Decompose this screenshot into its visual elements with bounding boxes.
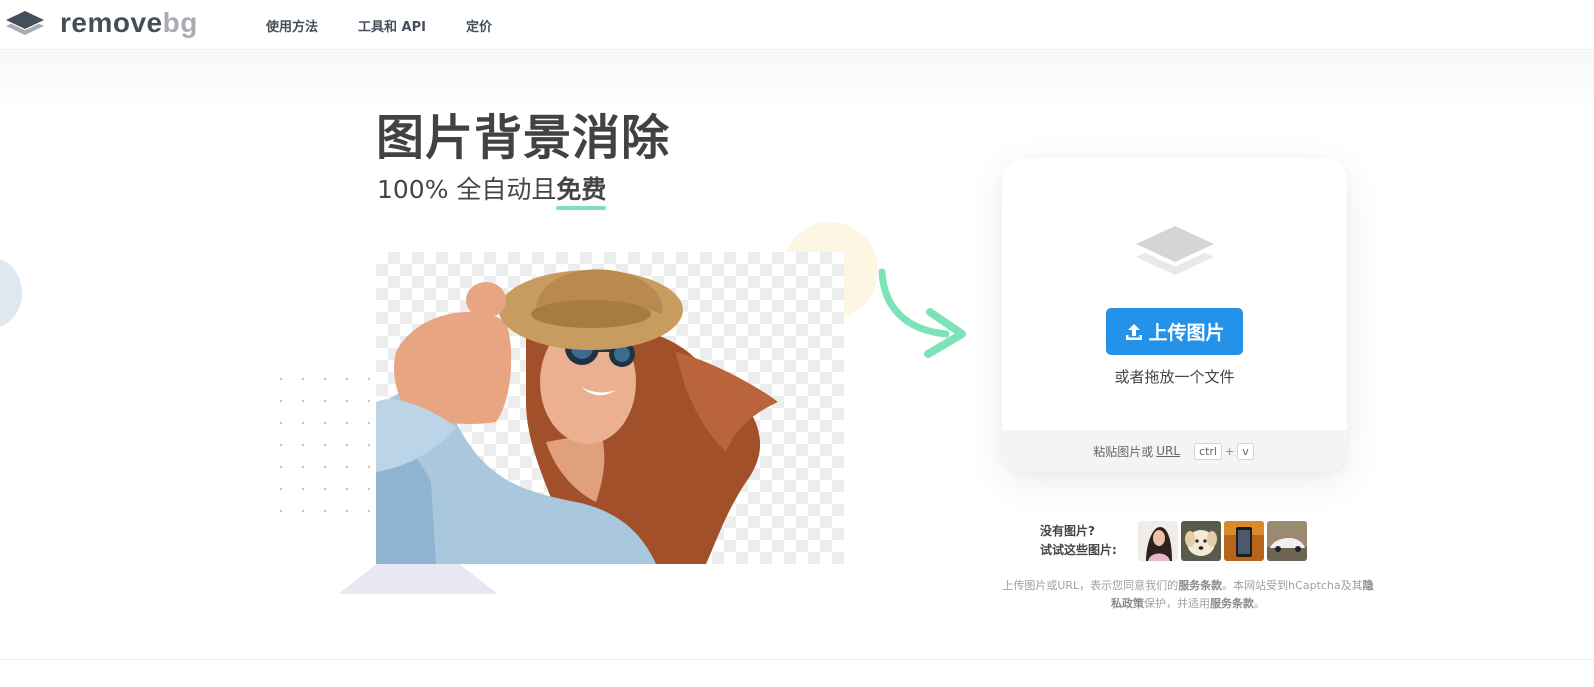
key-ctrl: ctrl [1194,442,1223,460]
subtitle-prefix: 100% 全自动且 [377,175,557,204]
upload-card[interactable]: 上传图片 或者拖放一个文件 粘贴图片或 URL ctrl + v [1002,158,1347,472]
sample-images-label: 没有图片? 试试这些图片: [1040,522,1117,560]
subtitle-free: 免费 [556,175,607,204]
nav-how-to-use[interactable]: 使用方法 [266,16,318,35]
key-plus: + [1225,444,1235,458]
terms-link-1[interactable]: 服务条款 [1178,579,1222,592]
sample-thumbnails [1138,521,1307,561]
legal-text-2: 。本网站受到hCaptcha及其 [1222,579,1363,592]
main-nav: 使用方法 工具和 API 定价 [266,16,492,35]
paste-text: 粘贴图片或 [1093,444,1154,459]
car-thumbnail[interactable] [1267,521,1307,561]
drop-file-text: 或者拖放一个文件 [1114,368,1235,386]
divider [0,659,1594,660]
nav-pricing[interactable]: 定价 [466,16,492,35]
upload-icon [1126,323,1143,340]
layers-icon [1136,226,1214,275]
logo[interactable]: removebg [4,7,198,42]
legal-notice: 上传图片或URL，表示您同意我们的服务条款。本网站受到hCaptcha及其隐私政… [1002,577,1374,613]
layers-logo-icon [6,11,44,35]
legal-text-4: 。 [1254,597,1265,610]
upload-image-button[interactable]: 上传图片 [1106,308,1243,355]
green-arrow-icon [878,268,966,358]
paste-url-link[interactable]: URL [1156,444,1180,458]
key-v: v [1237,442,1254,460]
phone-thumbnail[interactable] [1224,521,1264,561]
terms-link-2[interactable]: 服务条款 [1210,597,1254,610]
decorative-dot-grid [270,368,370,518]
brand-name: removebg [60,7,198,38]
woman-with-hat-illustration [376,269,778,564]
upload-button-label: 上传图片 [1148,323,1225,344]
legal-text-1: 上传图片或URL，表示您同意我们的 [1002,579,1179,592]
paste-hint: 粘贴图片或 URL ctrl + v [1002,430,1347,472]
sample-line-2: 试试这些图片: [1040,543,1117,557]
woman-thumbnail[interactable] [1138,521,1178,561]
top-navbar: removebg 使用方法 工具和 API 定价 [0,0,1594,50]
page-subtitle: 100% 全自动且免费 [377,170,606,206]
nav-tools-api[interactable]: 工具和 API [358,16,426,35]
sample-line-1: 没有图片? [1040,524,1095,538]
page-title: 图片背景消除 [376,110,671,166]
demo-image [376,252,844,564]
legal-text-3: 保护，并适用 [1144,597,1210,610]
dog-thumbnail[interactable] [1181,521,1221,561]
